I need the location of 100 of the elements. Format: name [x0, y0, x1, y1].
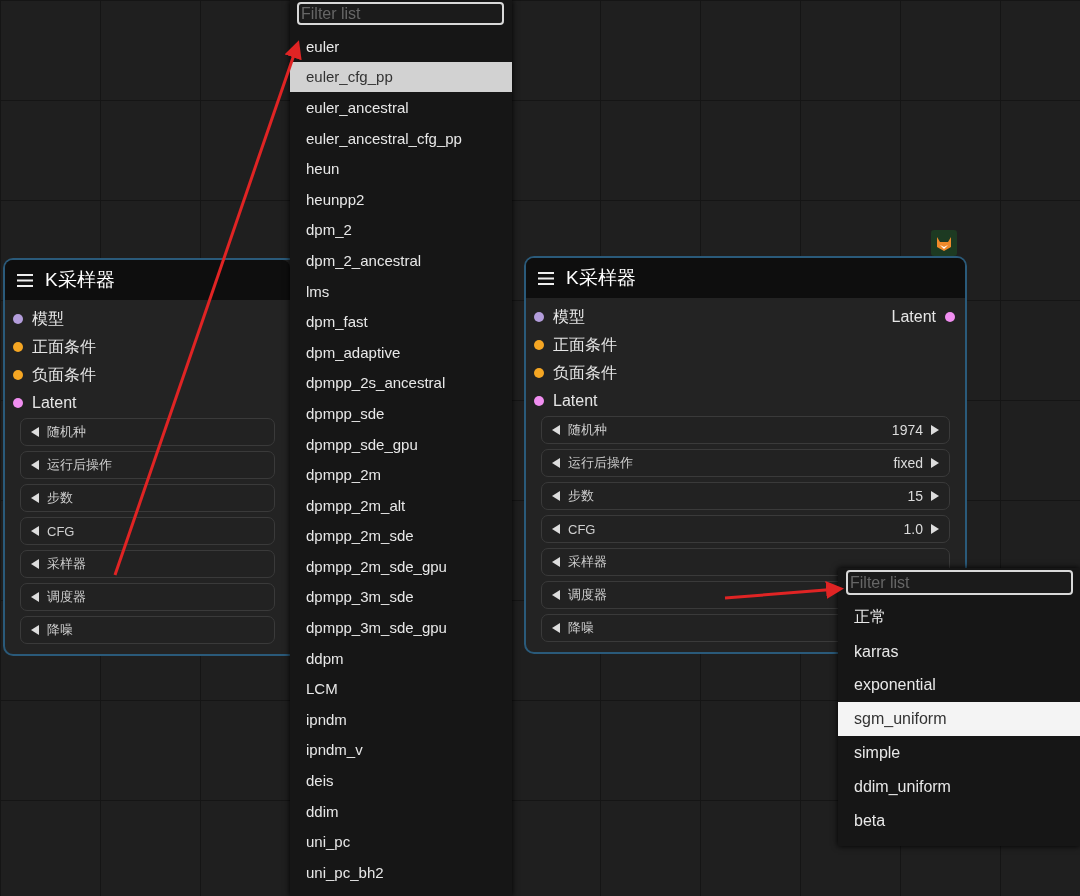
menu-item[interactable]: dpm_adaptive	[290, 336, 512, 368]
input-label: Latent	[32, 394, 77, 412]
menu-icon[interactable]	[17, 273, 33, 287]
input-dot[interactable]	[13, 314, 23, 324]
widget-field[interactable]: 采样器	[20, 550, 275, 578]
output-label: Latent	[891, 308, 936, 326]
menu-item[interactable]: beta	[838, 803, 1080, 838]
widget-field[interactable]: 步数 15	[541, 482, 950, 510]
widget-label: CFG	[47, 523, 75, 539]
widget-label: 降噪	[47, 621, 73, 639]
right-arrow-icon[interactable]	[931, 425, 939, 435]
menu-item[interactable]: sgm_uniform	[838, 702, 1080, 737]
menu-item[interactable]: LCM	[290, 673, 512, 705]
input-label: 模型	[32, 308, 64, 329]
input-dot[interactable]	[534, 396, 544, 406]
fox-icon[interactable]	[931, 230, 957, 256]
left-arrow-icon[interactable]	[552, 590, 560, 600]
widget-label: 调度器	[568, 586, 607, 604]
menu-item[interactable]: ddpm	[290, 642, 512, 674]
widget-field[interactable]: 随机种	[20, 418, 275, 446]
widget-field[interactable]: 采样器	[541, 548, 950, 576]
widget-field[interactable]: CFG 1.0	[541, 515, 950, 543]
left-arrow-icon[interactable]	[552, 557, 560, 567]
widget-field[interactable]: 降噪	[20, 616, 275, 644]
node-header[interactable]: K采样器	[526, 258, 965, 298]
widget-label: 随机种	[47, 423, 86, 441]
menu-item[interactable]: lms	[290, 275, 512, 307]
right-arrow-icon[interactable]	[931, 458, 939, 468]
left-arrow-icon[interactable]	[552, 458, 560, 468]
left-arrow-icon[interactable]	[31, 625, 39, 635]
right-arrow-icon[interactable]	[931, 491, 939, 501]
menu-item[interactable]: uni_pc	[290, 826, 512, 858]
left-arrow-icon[interactable]	[31, 526, 39, 536]
input-dot[interactable]	[534, 312, 544, 322]
input-dot[interactable]	[534, 340, 544, 350]
menu-item[interactable]: dpmpp_2m_sde_gpu	[290, 551, 512, 582]
menu-item[interactable]: euler	[290, 31, 512, 62]
widget-field[interactable]: 步数	[20, 484, 275, 512]
node-header[interactable]: K采样器	[5, 260, 290, 300]
widget-field[interactable]: 运行后操作	[20, 451, 275, 479]
menu-item[interactable]: dpmpp_sde_gpu	[290, 428, 512, 460]
widget-value: 15	[907, 488, 923, 504]
menu-item[interactable]: dpmpp_sde	[290, 398, 512, 429]
menu-item[interactable]: euler_ancestral	[290, 92, 512, 123]
input-dot[interactable]	[13, 342, 23, 352]
input-dot[interactable]	[13, 398, 23, 408]
input-label: Latent	[553, 392, 598, 410]
widget-field[interactable]: 运行后操作 fixed	[541, 449, 950, 477]
menu-item[interactable]: dpmpp_2m_sde	[290, 520, 512, 552]
menu-item[interactable]: ipndm	[290, 704, 512, 735]
input-label: 正面条件	[32, 336, 96, 357]
left-arrow-icon[interactable]	[552, 425, 560, 435]
left-arrow-icon[interactable]	[552, 491, 560, 501]
output-dot[interactable]	[945, 312, 955, 322]
node-card[interactable]: K采样器 模型 正面条件 负面条件 Latent 随机种 运行后操作 步数 CFG 采样器 调度器 降噪	[3, 258, 290, 656]
menu-item[interactable]: dpm_2	[290, 214, 512, 246]
left-arrow-icon[interactable]	[31, 493, 39, 503]
menu-item[interactable]: euler_cfg_pp	[290, 61, 512, 93]
menu-item[interactable]: heunpp2	[290, 183, 512, 215]
left-arrow-icon[interactable]	[552, 524, 560, 534]
menu-item[interactable]: heun	[290, 153, 512, 184]
menu-item[interactable]: ddim	[290, 795, 512, 827]
menu-item[interactable]: dpm_fast	[290, 306, 512, 337]
widget-label: 运行后操作	[47, 456, 112, 474]
widget-field[interactable]: CFG	[20, 517, 275, 545]
widget-field[interactable]: 调度器	[20, 583, 275, 611]
left-arrow-icon[interactable]	[552, 623, 560, 633]
menu-icon[interactable]	[538, 271, 554, 285]
right-arrow-icon[interactable]	[931, 524, 939, 534]
widget-label: 采样器	[47, 555, 86, 573]
widget-label: 步数	[47, 489, 73, 507]
menu-item[interactable]: deis	[290, 765, 512, 796]
menu-item[interactable]: euler_ancestral_cfg_pp	[290, 122, 512, 154]
input-label: 负面条件	[32, 364, 96, 385]
menu-item[interactable]: uni_pc_bh2	[290, 857, 512, 888]
widget-label: 降噪	[568, 619, 594, 637]
widget-label: CFG	[568, 521, 596, 537]
menu-item[interactable]: dpmpp_3m_sde_gpu	[290, 612, 512, 643]
widget-field[interactable]: 随机种 1974	[541, 416, 950, 444]
input-dot[interactable]	[13, 370, 23, 380]
menu-item[interactable]: ipndm_v	[290, 734, 512, 766]
menu-item[interactable]: exponential	[838, 668, 1080, 703]
menu-item[interactable]: ddim_uniform	[838, 770, 1080, 804]
left-arrow-icon[interactable]	[31, 592, 39, 602]
menu-item[interactable]: dpmpp_2s_ancestral	[290, 367, 512, 399]
widget-label: 采样器	[568, 553, 607, 571]
menu-item[interactable]: dpmpp_2m	[290, 459, 512, 490]
input-label: 负面条件	[553, 362, 617, 383]
left-arrow-icon[interactable]	[31, 460, 39, 470]
input-dot[interactable]	[534, 368, 544, 378]
menu-item[interactable]: dpmpp_3m_sde	[290, 581, 512, 613]
menu-item[interactable]: dpm_2_ancestral	[290, 245, 512, 276]
widget-label: 步数	[568, 487, 594, 505]
menu-item[interactable]: simple	[838, 736, 1080, 770]
left-arrow-icon[interactable]	[31, 427, 39, 437]
node-title: K采样器	[566, 266, 636, 290]
menu-item[interactable]: dpmpp_2m_alt	[290, 489, 512, 521]
filter-field[interactable]: Filter list	[846, 570, 1073, 595]
filter-field[interactable]: Filter list	[297, 2, 504, 25]
left-arrow-icon[interactable]	[31, 559, 39, 569]
